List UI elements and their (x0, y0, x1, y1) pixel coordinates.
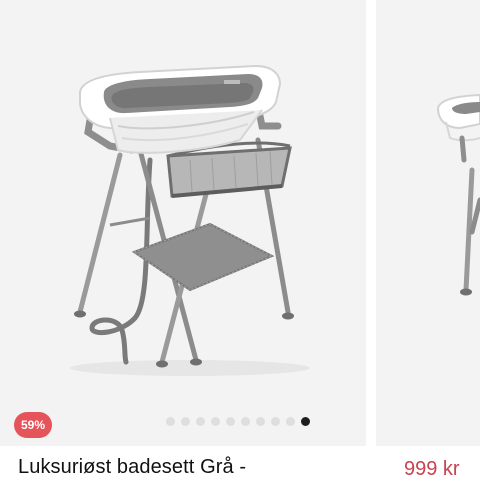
product-card[interactable]: 59% (0, 0, 366, 446)
carousel-dot[interactable] (271, 416, 280, 426)
carousel-dot[interactable] (166, 416, 175, 426)
product-title[interactable]: Luksuriøst badesett Grå - (18, 456, 246, 479)
product-image[interactable] (0, 0, 366, 446)
carousel-dot[interactable] (226, 416, 235, 426)
image-carousel-dots[interactable] (166, 416, 310, 426)
carousel-dot[interactable] (286, 416, 295, 426)
carousel-dot[interactable] (196, 416, 205, 426)
carousel-dot-active[interactable] (301, 416, 310, 426)
discount-badge: 59% (14, 412, 52, 438)
next-product-card[interactable] (376, 0, 480, 446)
carousel-dot[interactable] (256, 416, 265, 426)
carousel-dot[interactable] (181, 416, 190, 426)
next-product-image[interactable] (376, 0, 480, 446)
carousel-dot[interactable] (241, 416, 250, 426)
next-product-price: 999 kr (404, 458, 460, 480)
carousel-dot[interactable] (211, 416, 220, 426)
